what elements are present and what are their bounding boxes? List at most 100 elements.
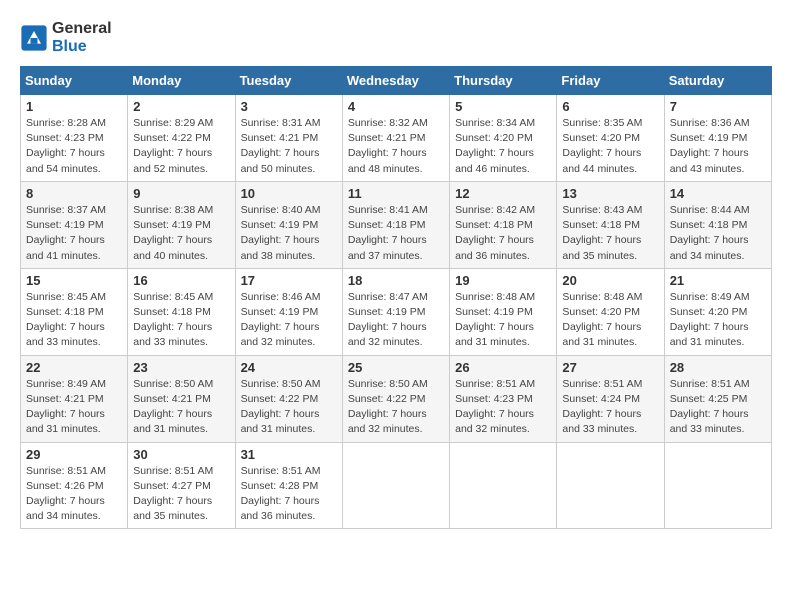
day-number: 16 — [133, 273, 229, 288]
day-info: Sunrise: 8:38 AM Sunset: 4:19 PM Dayligh… — [133, 203, 229, 264]
calendar-cell: 21 Sunrise: 8:49 AM Sunset: 4:20 PM Dayl… — [664, 268, 771, 355]
day-number: 17 — [241, 273, 337, 288]
calendar-week-row: 15 Sunrise: 8:45 AM Sunset: 4:18 PM Dayl… — [21, 268, 772, 355]
day-number: 23 — [133, 360, 229, 375]
day-number: 8 — [26, 186, 122, 201]
day-info: Sunrise: 8:36 AM Sunset: 4:19 PM Dayligh… — [670, 116, 766, 177]
calendar-cell: 18 Sunrise: 8:47 AM Sunset: 4:19 PM Dayl… — [342, 268, 449, 355]
day-info: Sunrise: 8:50 AM Sunset: 4:21 PM Dayligh… — [133, 377, 229, 438]
day-number: 27 — [562, 360, 658, 375]
day-number: 25 — [348, 360, 444, 375]
calendar-cell: 5 Sunrise: 8:34 AM Sunset: 4:20 PM Dayli… — [450, 95, 557, 182]
day-number: 29 — [26, 447, 122, 462]
calendar-cell: 22 Sunrise: 8:49 AM Sunset: 4:21 PM Dayl… — [21, 355, 128, 442]
day-number: 2 — [133, 99, 229, 114]
day-info: Sunrise: 8:51 AM Sunset: 4:27 PM Dayligh… — [133, 464, 229, 525]
calendar-cell — [557, 442, 664, 529]
day-number: 24 — [241, 360, 337, 375]
calendar-cell: 20 Sunrise: 8:48 AM Sunset: 4:20 PM Dayl… — [557, 268, 664, 355]
calendar-cell: 25 Sunrise: 8:50 AM Sunset: 4:22 PM Dayl… — [342, 355, 449, 442]
day-number: 26 — [455, 360, 551, 375]
calendar-cell: 28 Sunrise: 8:51 AM Sunset: 4:25 PM Dayl… — [664, 355, 771, 442]
calendar-cell: 1 Sunrise: 8:28 AM Sunset: 4:23 PM Dayli… — [21, 95, 128, 182]
day-info: Sunrise: 8:45 AM Sunset: 4:18 PM Dayligh… — [26, 290, 122, 351]
calendar-cell: 8 Sunrise: 8:37 AM Sunset: 4:19 PM Dayli… — [21, 181, 128, 268]
calendar-header-thursday: Thursday — [450, 67, 557, 95]
day-number: 31 — [241, 447, 337, 462]
day-info: Sunrise: 8:42 AM Sunset: 4:18 PM Dayligh… — [455, 203, 551, 264]
day-number: 13 — [562, 186, 658, 201]
day-info: Sunrise: 8:29 AM Sunset: 4:22 PM Dayligh… — [133, 116, 229, 177]
day-number: 10 — [241, 186, 337, 201]
day-number: 18 — [348, 273, 444, 288]
calendar-header-wednesday: Wednesday — [342, 67, 449, 95]
day-info: Sunrise: 8:32 AM Sunset: 4:21 PM Dayligh… — [348, 116, 444, 177]
day-number: 5 — [455, 99, 551, 114]
calendar-cell: 6 Sunrise: 8:35 AM Sunset: 4:20 PM Dayli… — [557, 95, 664, 182]
day-info: Sunrise: 8:45 AM Sunset: 4:18 PM Dayligh… — [133, 290, 229, 351]
day-number: 1 — [26, 99, 122, 114]
calendar-cell: 29 Sunrise: 8:51 AM Sunset: 4:26 PM Dayl… — [21, 442, 128, 529]
day-number: 3 — [241, 99, 337, 114]
day-number: 4 — [348, 99, 444, 114]
calendar-header-tuesday: Tuesday — [235, 67, 342, 95]
calendar-cell: 10 Sunrise: 8:40 AM Sunset: 4:19 PM Dayl… — [235, 181, 342, 268]
day-info: Sunrise: 8:40 AM Sunset: 4:19 PM Dayligh… — [241, 203, 337, 264]
day-info: Sunrise: 8:37 AM Sunset: 4:19 PM Dayligh… — [26, 203, 122, 264]
calendar-cell: 11 Sunrise: 8:41 AM Sunset: 4:18 PM Dayl… — [342, 181, 449, 268]
calendar-cell: 26 Sunrise: 8:51 AM Sunset: 4:23 PM Dayl… — [450, 355, 557, 442]
calendar-cell: 15 Sunrise: 8:45 AM Sunset: 4:18 PM Dayl… — [21, 268, 128, 355]
day-number: 19 — [455, 273, 551, 288]
calendar-week-row: 1 Sunrise: 8:28 AM Sunset: 4:23 PM Dayli… — [21, 95, 772, 182]
day-number: 28 — [670, 360, 766, 375]
calendar-week-row: 22 Sunrise: 8:49 AM Sunset: 4:21 PM Dayl… — [21, 355, 772, 442]
day-info: Sunrise: 8:51 AM Sunset: 4:23 PM Dayligh… — [455, 377, 551, 438]
calendar-cell: 12 Sunrise: 8:42 AM Sunset: 4:18 PM Dayl… — [450, 181, 557, 268]
calendar-cell: 14 Sunrise: 8:44 AM Sunset: 4:18 PM Dayl… — [664, 181, 771, 268]
calendar-cell: 24 Sunrise: 8:50 AM Sunset: 4:22 PM Dayl… — [235, 355, 342, 442]
day-number: 21 — [670, 273, 766, 288]
calendar-cell: 16 Sunrise: 8:45 AM Sunset: 4:18 PM Dayl… — [128, 268, 235, 355]
logo: General Blue — [20, 20, 112, 56]
header: General Blue — [20, 20, 772, 56]
day-info: Sunrise: 8:50 AM Sunset: 4:22 PM Dayligh… — [241, 377, 337, 438]
day-number: 6 — [562, 99, 658, 114]
calendar-cell: 2 Sunrise: 8:29 AM Sunset: 4:22 PM Dayli… — [128, 95, 235, 182]
day-number: 22 — [26, 360, 122, 375]
logo-icon — [20, 24, 48, 52]
day-info: Sunrise: 8:50 AM Sunset: 4:22 PM Dayligh… — [348, 377, 444, 438]
day-number: 7 — [670, 99, 766, 114]
day-info: Sunrise: 8:31 AM Sunset: 4:21 PM Dayligh… — [241, 116, 337, 177]
calendar-week-row: 8 Sunrise: 8:37 AM Sunset: 4:19 PM Dayli… — [21, 181, 772, 268]
day-number: 30 — [133, 447, 229, 462]
day-info: Sunrise: 8:34 AM Sunset: 4:20 PM Dayligh… — [455, 116, 551, 177]
day-number: 9 — [133, 186, 229, 201]
calendar-header-friday: Friday — [557, 67, 664, 95]
day-info: Sunrise: 8:49 AM Sunset: 4:21 PM Dayligh… — [26, 377, 122, 438]
calendar-cell: 30 Sunrise: 8:51 AM Sunset: 4:27 PM Dayl… — [128, 442, 235, 529]
calendar-cell — [664, 442, 771, 529]
calendar-cell: 3 Sunrise: 8:31 AM Sunset: 4:21 PM Dayli… — [235, 95, 342, 182]
calendar-table: SundayMondayTuesdayWednesdayThursdayFrid… — [20, 66, 772, 529]
calendar-cell — [342, 442, 449, 529]
day-number: 14 — [670, 186, 766, 201]
day-info: Sunrise: 8:51 AM Sunset: 4:24 PM Dayligh… — [562, 377, 658, 438]
calendar-header-row: SundayMondayTuesdayWednesdayThursdayFrid… — [21, 67, 772, 95]
day-info: Sunrise: 8:51 AM Sunset: 4:28 PM Dayligh… — [241, 464, 337, 525]
day-info: Sunrise: 8:51 AM Sunset: 4:25 PM Dayligh… — [670, 377, 766, 438]
day-info: Sunrise: 8:51 AM Sunset: 4:26 PM Dayligh… — [26, 464, 122, 525]
day-info: Sunrise: 8:43 AM Sunset: 4:18 PM Dayligh… — [562, 203, 658, 264]
calendar-header-saturday: Saturday — [664, 67, 771, 95]
day-number: 11 — [348, 186, 444, 201]
day-info: Sunrise: 8:49 AM Sunset: 4:20 PM Dayligh… — [670, 290, 766, 351]
day-info: Sunrise: 8:48 AM Sunset: 4:20 PM Dayligh… — [562, 290, 658, 351]
calendar-cell: 17 Sunrise: 8:46 AM Sunset: 4:19 PM Dayl… — [235, 268, 342, 355]
calendar-cell: 4 Sunrise: 8:32 AM Sunset: 4:21 PM Dayli… — [342, 95, 449, 182]
calendar-cell: 23 Sunrise: 8:50 AM Sunset: 4:21 PM Dayl… — [128, 355, 235, 442]
calendar-cell — [450, 442, 557, 529]
calendar-cell: 27 Sunrise: 8:51 AM Sunset: 4:24 PM Dayl… — [557, 355, 664, 442]
day-number: 12 — [455, 186, 551, 201]
calendar-header-sunday: Sunday — [21, 67, 128, 95]
calendar-week-row: 29 Sunrise: 8:51 AM Sunset: 4:26 PM Dayl… — [21, 442, 772, 529]
calendar-header-monday: Monday — [128, 67, 235, 95]
